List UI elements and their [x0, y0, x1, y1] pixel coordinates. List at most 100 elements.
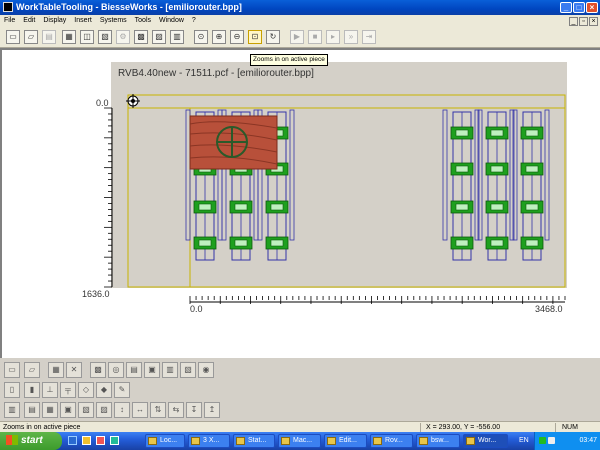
language-indicator[interactable]: EN [519, 432, 529, 450]
task-mac[interactable]: Mac... [278, 434, 321, 448]
tool-b-icon[interactable]: ▱ [24, 362, 40, 378]
vacuum-pod-center [455, 165, 469, 173]
search-icon[interactable] [82, 436, 91, 445]
zoom-tooltip: Zooms in on active piece [250, 54, 328, 66]
rail-side [512, 109, 518, 241]
tool-aa-icon[interactable]: ⇆ [168, 402, 184, 418]
tool-p-icon[interactable]: ◆ [96, 382, 112, 398]
vacuum-pod-center [455, 203, 469, 211]
tool-w-icon[interactable]: ▨ [96, 402, 112, 418]
task-label: Stat... [248, 437, 267, 444]
tool-g-icon[interactable]: ▣ [144, 362, 160, 378]
app-icon [281, 437, 290, 445]
tool-z-icon[interactable]: ⇅ [150, 402, 166, 418]
task-label: 3 X... [203, 437, 220, 444]
tool-q-icon[interactable]: ✎ [114, 382, 130, 398]
tray-icon[interactable] [539, 437, 546, 444]
tool-ac-icon[interactable]: ↥ [204, 402, 220, 418]
vacuum-pod-center [525, 165, 539, 173]
tool-h-icon[interactable]: ▥ [162, 362, 178, 378]
vacuum-pod-center [270, 239, 284, 247]
vacuum-pod-center [455, 129, 469, 137]
tool-f-icon[interactable]: ▤ [126, 362, 142, 378]
start-button[interactable]: start [0, 432, 62, 450]
tool-v-icon[interactable]: ▧ [78, 402, 94, 418]
tool-s-icon[interactable]: ▤ [24, 402, 40, 418]
y-axis-bottom-label: 1636.0 [82, 289, 110, 299]
tool-t-icon[interactable]: ▦ [42, 402, 58, 418]
status-separator [555, 423, 556, 432]
tool-ab-icon[interactable]: ↧ [186, 402, 202, 418]
vacuum-pod-center [525, 239, 539, 247]
vacuum-pod-center [490, 165, 504, 173]
vacuum-pod-center [270, 203, 284, 211]
vacuum-pod-center [198, 203, 212, 211]
tool-k-icon[interactable]: ▯ [4, 382, 20, 398]
task-loc[interactable]: Loc... [145, 434, 185, 448]
vertical-ruler [104, 107, 113, 288]
rail-side [544, 109, 550, 241]
active-piece[interactable] [189, 115, 278, 170]
task-label: Mac... [293, 437, 313, 444]
clock: 03:47 [579, 437, 597, 444]
tool-x-icon[interactable]: ↕ [114, 402, 130, 418]
system-tray: 03:47 [534, 432, 600, 450]
x-axis-right-label: 3468.0 [535, 304, 563, 314]
task-label: bsw... [431, 437, 449, 444]
explorer-icon[interactable] [110, 436, 119, 445]
window-icon [191, 437, 200, 445]
task-stat[interactable]: Stat... [233, 434, 275, 448]
task-3x[interactable]: 3 X... [188, 434, 230, 448]
tool-a-icon[interactable]: ▭ [4, 362, 20, 378]
windows-logo-icon [6, 435, 18, 446]
vacuum-pod-center [525, 203, 539, 211]
task-label: Wor... [478, 437, 497, 444]
vacuum-pod-center [490, 129, 504, 137]
lower-toolbars: ▭ ▱ ▦ ✕ ▩ ◎ ▤ ▣ ▥ ▧ ◉ ▯ ▮ ⊥ ╤ ◇ ◆ ✎ ▥ ▤ … [0, 358, 600, 422]
vacuum-pod-center [455, 239, 469, 247]
folder-icon [373, 437, 382, 445]
task-label: Loc... [160, 437, 178, 444]
tool-o-icon[interactable]: ◇ [78, 382, 94, 398]
tool-c-icon[interactable]: ▦ [48, 362, 64, 378]
task-wor[interactable]: Wor... [463, 434, 508, 448]
task-rov[interactable]: Rov... [370, 434, 413, 448]
task-edit[interactable]: Edit... [324, 434, 367, 448]
tool-j-icon[interactable]: ◉ [198, 362, 214, 378]
tool-l-icon[interactable]: ▮ [24, 382, 40, 398]
rail-side [185, 109, 191, 241]
task-label: Rov... [385, 437, 403, 444]
task-bsw[interactable]: bsw... [416, 434, 460, 448]
app-launch-icon[interactable] [96, 436, 105, 445]
tool-n-icon[interactable]: ╤ [60, 382, 76, 398]
app-icon [327, 437, 336, 445]
quick-launch [66, 435, 141, 447]
tool-y-icon[interactable]: ↔ [132, 402, 148, 418]
app-icon [466, 437, 475, 445]
start-label: start [21, 435, 43, 446]
rail-side [509, 109, 515, 241]
vacuum-pod-center [525, 129, 539, 137]
tool-r-icon[interactable]: ▥ [4, 402, 20, 418]
horizontal-ruler [189, 296, 566, 304]
tool-d-icon[interactable]: ▩ [90, 362, 106, 378]
app-icon [236, 437, 245, 445]
tool-e-icon[interactable]: ◎ [108, 362, 124, 378]
delete-icon[interactable]: ✕ [66, 362, 82, 378]
desktop-icon[interactable] [68, 436, 77, 445]
tray-icon[interactable] [548, 437, 555, 444]
vacuum-pod-center [490, 239, 504, 247]
tool-m-icon[interactable]: ⊥ [42, 382, 58, 398]
status-separator [420, 423, 421, 432]
x-axis-left-label: 0.0 [190, 304, 203, 314]
vacuum-pod-center [490, 203, 504, 211]
rail-side [289, 109, 295, 241]
tool-u-icon[interactable]: ▣ [60, 402, 76, 418]
app-icon [419, 437, 428, 445]
folder-icon [148, 437, 157, 445]
task-label: Edit... [339, 437, 357, 444]
y-axis-top-label: 0.0 [96, 98, 109, 108]
vacuum-pod-center [198, 239, 212, 247]
vacuum-pod-center [234, 239, 248, 247]
tool-i-icon[interactable]: ▧ [180, 362, 196, 378]
